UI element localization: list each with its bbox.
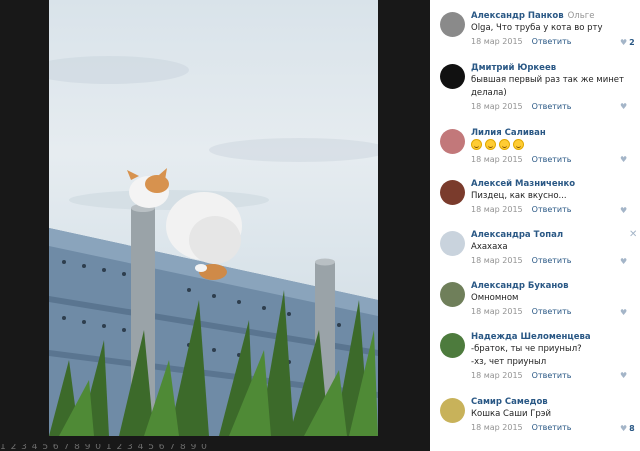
comment-author[interactable]: Дмитрий Юркеев <box>471 63 556 73</box>
comment-date[interactable]: 18 мар 2015 <box>471 205 523 214</box>
heart-icon: ♥ <box>620 155 628 164</box>
comment-author[interactable]: Алексей Мазниченко <box>471 179 575 189</box>
like-button[interactable]: ♥ 8 <box>620 424 635 433</box>
avatar[interactable] <box>440 333 465 358</box>
heart-icon: ♥ <box>620 102 628 111</box>
like-button[interactable]: ♥ <box>620 308 627 317</box>
laughing-emoji-icon <box>471 139 482 150</box>
comment-text-line-2: -хз, чет приуныл <box>471 357 547 367</box>
like-button[interactable]: ♥ <box>620 257 627 266</box>
comment-date[interactable]: 18 мар 2015 <box>471 423 523 432</box>
comment-date[interactable]: 18 мар 2015 <box>471 307 523 316</box>
like-button[interactable]: ♥ 2 <box>620 38 635 47</box>
avatar[interactable] <box>440 231 465 256</box>
like-button[interactable]: ♥ <box>620 206 627 215</box>
reply-link[interactable]: Ответить <box>532 256 572 265</box>
reply-link[interactable]: Ответить <box>532 155 572 164</box>
like-button[interactable]: ♥ <box>620 102 627 111</box>
like-button[interactable]: ♥ <box>620 371 627 380</box>
laughing-emoji-icon <box>513 139 524 150</box>
comment-date[interactable]: 18 мар 2015 <box>471 102 523 111</box>
photo[interactable] <box>49 0 378 436</box>
laughing-emoji-icon <box>485 139 496 150</box>
reply-link[interactable]: Ответить <box>532 371 572 380</box>
heart-icon: ♥ <box>620 257 628 266</box>
like-count: 2 <box>629 38 635 47</box>
comment-text: Olga, Что труба у кота во рту <box>471 23 603 33</box>
photo-viewer: 1 2 3 4 5 6 7 8 9 0 1 2 3 4 5 6 7 8 9 0 <box>0 0 430 451</box>
laughing-emoji-icon <box>499 139 510 150</box>
like-button[interactable]: ♥ <box>620 155 627 164</box>
comment-author[interactable]: Надежда Шеломенцева <box>471 332 591 342</box>
reply-link[interactable]: Ответить <box>532 37 572 46</box>
comment-date[interactable]: 18 мар 2015 <box>471 155 523 164</box>
reply-link[interactable]: Ответить <box>532 102 572 111</box>
caption-text: 1 2 3 4 5 6 7 8 9 0 1 2 3 4 5 6 7 8 9 0 <box>0 444 208 451</box>
photo-caption-strip: 1 2 3 4 5 6 7 8 9 0 1 2 3 4 5 6 7 8 9 0 <box>0 444 430 451</box>
heart-icon: ♥ <box>620 371 628 380</box>
heart-icon: ♥ <box>620 308 628 317</box>
heart-icon: ♥ <box>620 424 628 433</box>
avatar[interactable] <box>440 64 465 89</box>
reply-link[interactable]: Ответить <box>532 205 572 214</box>
comment-text: Омномном <box>471 293 519 303</box>
comment-author[interactable]: Самир Самедов <box>471 397 548 407</box>
avatar[interactable] <box>440 12 465 37</box>
close-icon[interactable]: ✕ <box>629 229 637 240</box>
avatar[interactable] <box>440 129 465 154</box>
avatar[interactable] <box>440 398 465 423</box>
reply-link[interactable]: Ответить <box>532 423 572 432</box>
like-count: 8 <box>629 424 635 433</box>
comment-text: -браток, ты че приуныл? <box>471 344 582 354</box>
avatar[interactable] <box>440 180 465 205</box>
reply-to-name[interactable]: Ольге <box>568 11 595 21</box>
cat-photo-illustration <box>49 56 378 436</box>
comment-author[interactable]: Лилия Саливан <box>471 128 546 138</box>
comment-date[interactable]: 18 мар 2015 <box>471 256 523 265</box>
comment-text: Ахахаха <box>471 242 508 252</box>
reply-link[interactable]: Ответить <box>532 307 572 316</box>
comments-panel: Александр Панков Ольге Olga, Что труба у … <box>430 0 640 451</box>
comment-emoji-row <box>471 139 631 153</box>
comment-text: Кошка Саши Грэй <box>471 409 551 419</box>
heart-icon: ♥ <box>620 38 628 47</box>
comment-text: бывшая первый раз так же минет делала) <box>471 75 624 98</box>
heart-icon: ♥ <box>620 206 628 215</box>
comment-author[interactable]: Александр Буканов <box>471 281 569 291</box>
comment-date[interactable]: 18 мар 2015 <box>471 371 523 380</box>
comment-author[interactable]: Александр Панков <box>471 11 564 21</box>
comment-author[interactable]: Александра Топал <box>471 230 563 240</box>
comment-text: Пиздец, как вкусно... <box>471 191 567 201</box>
avatar[interactable] <box>440 282 465 307</box>
comment-date[interactable]: 18 мар 2015 <box>471 37 523 46</box>
